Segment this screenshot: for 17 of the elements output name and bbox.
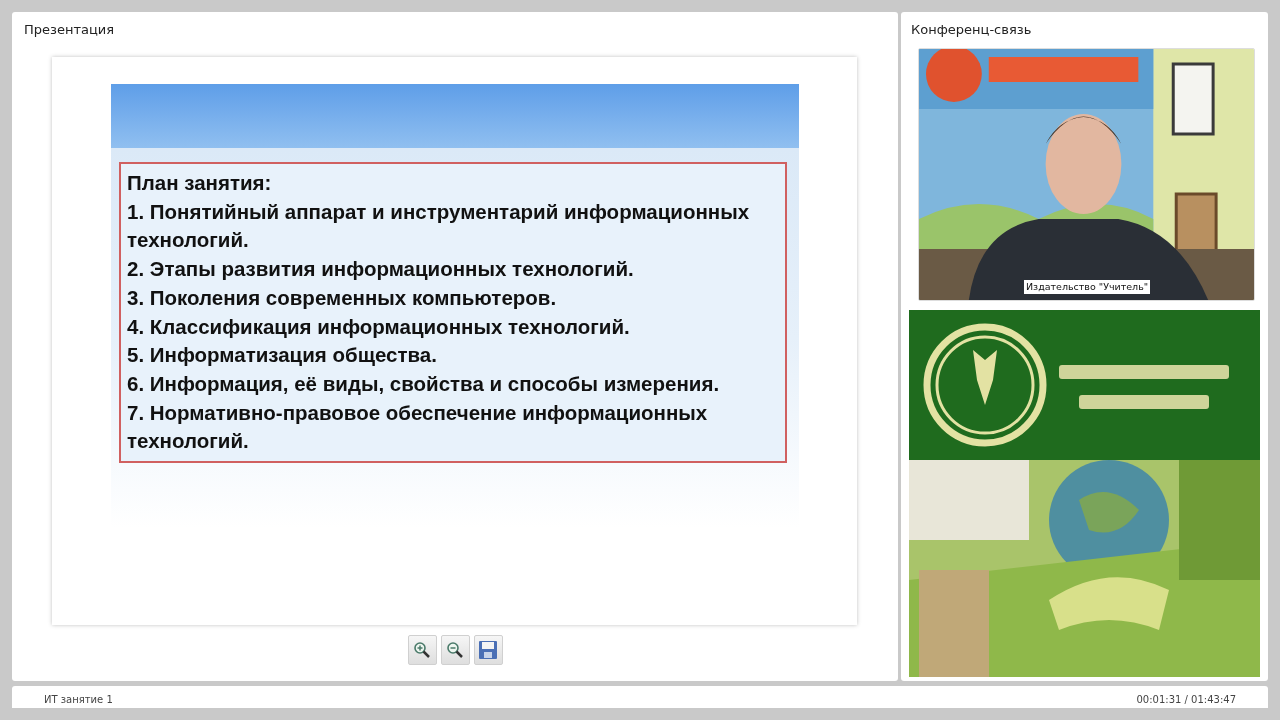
plan-heading: План занятия: — [127, 170, 273, 196]
plan-item: 5. Информатизация общества. — [127, 342, 438, 369]
zoom-in-icon — [413, 641, 431, 659]
zoom-out-button[interactable] — [440, 635, 470, 665]
plan-item: 1. Понятийный аппарат и инструментарий информационных технологий. — [127, 198, 751, 254]
plan-item: 3. Поколения современных компьютеров. — [127, 284, 558, 311]
panel-title: Презентация — [23, 21, 116, 39]
save-button[interactable] — [473, 635, 503, 665]
zoom-out-icon — [446, 641, 464, 659]
plan-item: 7. Нормативно-правовое обеспечение информационных технологий. — [127, 399, 709, 455]
plan-item: 2. Этапы развития информационных технологий. — [127, 256, 635, 283]
plan-item: 4. Классификация информационных технологий. — [127, 313, 631, 340]
panel-title: Конференц-связь — [910, 21, 1033, 39]
playback-time: 00:01:31 / 01:43:47 — [1136, 693, 1236, 707]
lesson-title: ИТ занятие 1 — [44, 693, 113, 707]
zoom-in-button[interactable] — [407, 635, 437, 665]
plan-item: 6. Информация, её виды, свойства и способы измерения. — [127, 370, 721, 397]
